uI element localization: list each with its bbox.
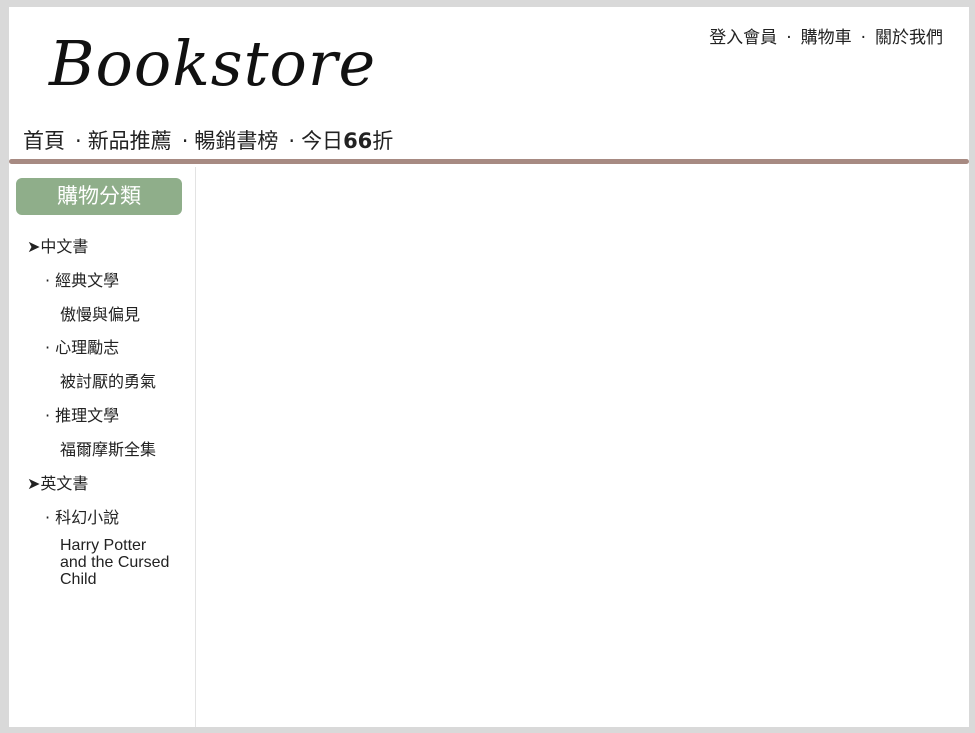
cart-link[interactable]: 購物車 [801,28,852,48]
page: 登入會員 · 購物車 · 關於我們 Bookstore 首頁 · 新品推薦 · 暢銷書榜 · 今日6… [9,7,969,727]
book-link[interactable]: Harry Potter and the Cursed Child [60,537,170,588]
main-content [196,167,969,727]
book-link[interactable]: 福爾摩斯全集 [60,436,156,460]
sidebar-title: 購物分類 [16,178,182,215]
nav-deal-prefix: 今日 [301,129,344,153]
subcategory-sci-fi[interactable]: · 科幻小說 [45,504,119,528]
login-link[interactable]: 登入會員 [709,28,777,48]
about-link[interactable]: 關於我們 [875,28,943,48]
nav-deal-number: 66 [343,129,373,153]
nav-bestsellers[interactable]: 暢銷書榜 [194,129,278,153]
top-links: 登入會員 · 購物車 · 關於我們 [709,23,943,48]
subcategory-classic-literature[interactable]: · 經典文學 [45,267,119,291]
top-link-separator: · [860,28,866,48]
book-link[interactable]: 被討厭的勇氣 [60,368,156,392]
subcategory-mystery[interactable]: · 推理文學 [45,402,119,426]
nav-new-arrivals[interactable]: 新品推薦 [88,129,172,153]
subcategory-self-help[interactable]: · 心理勵志 [45,334,119,358]
category-chinese-books[interactable]: ➤中文書 [27,233,88,257]
category-english-books[interactable]: ➤英文書 [27,470,88,494]
sidebar: 購物分類 ➤中文書 · 經典文學 傲慢與偏見 · 心理勵志 被討厭的勇氣 · 推… [9,167,196,727]
nav-deal-suffix: 折 [372,129,394,153]
nav-separator: · [75,129,82,153]
nav-home[interactable]: 首頁 [23,129,65,153]
book-link[interactable]: 傲慢與偏見 [60,301,140,325]
header-divider [9,159,969,164]
nav-separator: · [288,129,296,153]
main-nav: 首頁 · 新品推薦 · 暢銷書榜 · 今日66折 [23,125,393,155]
site-logo[interactable]: Bookstore [49,27,376,100]
top-link-separator: · [786,28,792,48]
nav-daily-deal[interactable]: 今日66折 [301,129,393,153]
nav-separator: · [181,129,189,153]
